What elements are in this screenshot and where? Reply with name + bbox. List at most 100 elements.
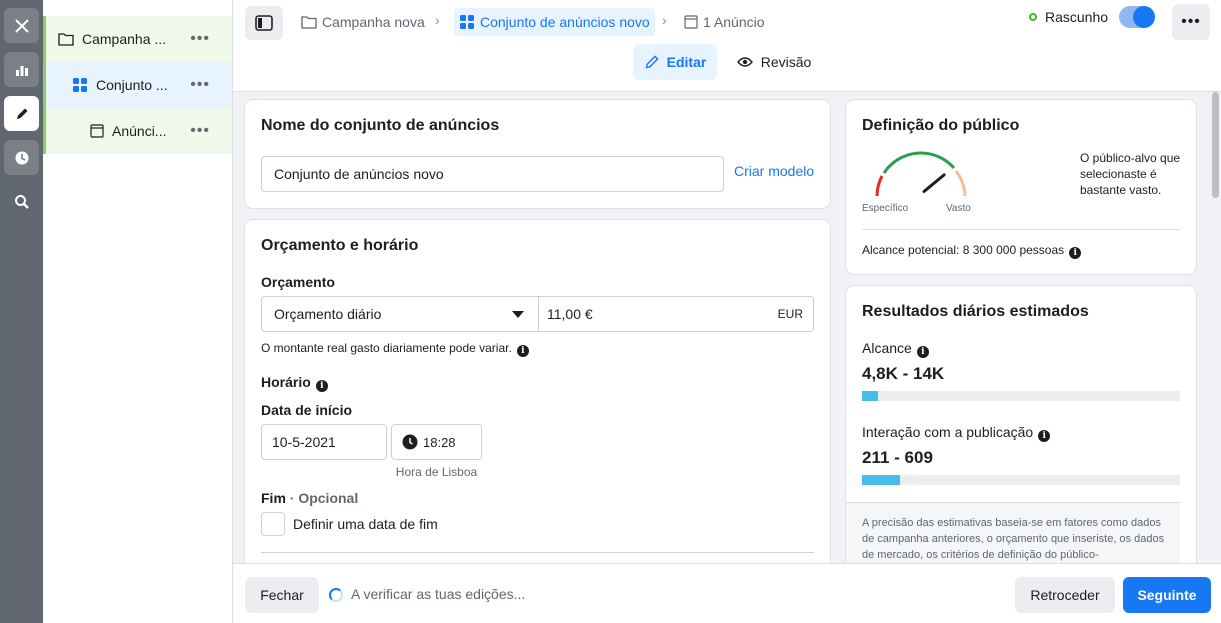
back-button[interactable]: Retroceder: [1015, 577, 1115, 613]
divider: [261, 552, 814, 553]
more-icon[interactable]: •••: [190, 30, 210, 48]
toggle-panel-button[interactable]: [245, 6, 283, 40]
budget-schedule-card: Orçamento e horário Orçamento Orçamento …: [245, 220, 830, 580]
header: Campanha nova › Conjunto de anúncios nov…: [233, 0, 1221, 92]
tree-item-campaign[interactable]: Campanha ... •••: [43, 16, 232, 62]
estimated-results-card: Resultados diários estimados Alcance i 4,…: [846, 286, 1196, 576]
budget-amount-value: 11,00 €: [547, 306, 593, 322]
engagement-bar: [862, 475, 1180, 485]
status-label: Rascunho: [1045, 9, 1109, 25]
section-title: Definição do público: [862, 117, 1020, 134]
scrollbar[interactable]: [1209, 92, 1221, 563]
chevron-right-icon: ›: [435, 12, 440, 28]
tab-review[interactable]: Revisão: [727, 44, 821, 80]
breadcrumb-label: Campanha nova: [322, 14, 425, 30]
breadcrumb-adset[interactable]: Conjunto de anúncios novo: [454, 8, 655, 36]
more-options-button[interactable]: •••: [1172, 4, 1210, 40]
status-toggle[interactable]: [1119, 6, 1155, 28]
info-icon[interactable]: i: [1038, 430, 1051, 442]
sidebar-toggle-icon: [255, 15, 273, 31]
end-label: Fim · Opcional: [261, 490, 359, 506]
info-icon[interactable]: i: [516, 345, 529, 357]
tree-item-ad[interactable]: Anúnci... •••: [43, 108, 232, 154]
chart-icon[interactable]: [4, 52, 39, 87]
info-icon[interactable]: i: [1069, 247, 1082, 259]
audience-definition-card: Definição do público Específico Vasto O …: [846, 100, 1196, 274]
tree-item-label: Campanha ...: [82, 31, 167, 47]
tree-item-adset[interactable]: Conjunto ... •••: [43, 62, 232, 108]
checking-status: A verificar as tuas edições...: [351, 586, 526, 602]
budget-type-value: Orçamento diário: [274, 306, 382, 322]
tree-item-label: Conjunto ...: [96, 77, 168, 93]
audience-gauge: [875, 151, 967, 197]
eye-icon: [736, 56, 753, 68]
close-button[interactable]: Fechar: [245, 577, 319, 613]
divider: [862, 229, 1180, 230]
clock-icon[interactable]: [4, 140, 39, 175]
tree-item-label: Anúnci...: [112, 123, 167, 139]
breadcrumb-label: Conjunto de anúncios novo: [480, 14, 650, 30]
section-title: Resultados diários estimados: [862, 303, 1089, 320]
section-title: Nome do conjunto de anúncios: [261, 117, 500, 134]
engagement-bar-fill: [862, 475, 901, 485]
budget-label: Orçamento: [261, 274, 335, 290]
potential-reach: Alcance potencial: 8 300 000 pessoas i: [862, 243, 1082, 259]
budget-note: O montante real gasto diariamente pode v…: [261, 341, 529, 357]
reach-bar: [862, 391, 1180, 401]
close-icon[interactable]: [4, 8, 39, 43]
start-time-input[interactable]: 18:28: [391, 424, 482, 460]
loading-spinner-icon: [329, 588, 343, 602]
edit-pencil-icon[interactable]: [4, 96, 39, 131]
schedule-label: Horário i: [261, 374, 328, 392]
grid-icon: [72, 77, 88, 93]
status-dot-icon: [1029, 13, 1037, 21]
structure-tree: Campanha ... ••• Conjunto ... ••• Anúnci…: [43, 0, 233, 623]
audience-description: O público-alvo que selecionaste é bastan…: [1080, 151, 1181, 197]
start-date-input[interactable]: 10-5-2021: [261, 424, 387, 460]
info-icon[interactable]: i: [916, 346, 929, 358]
more-icon[interactable]: •••: [190, 122, 210, 140]
start-date-label: Data de início: [261, 402, 353, 418]
engagement-value: 211 - 609: [862, 448, 933, 467]
info-icon[interactable]: i: [315, 380, 328, 392]
pencil-icon: [644, 54, 660, 70]
breadcrumb-label: 1 Anúncio: [703, 14, 765, 30]
scrollbar-thumb[interactable]: [1212, 92, 1219, 198]
reach-value: 4,8K - 14K: [862, 364, 945, 383]
start-time-value: 18:28: [423, 434, 456, 450]
gauge-right-label: Vasto: [946, 203, 971, 214]
reach-bar-fill: [862, 391, 878, 401]
create-template-link[interactable]: Criar modelo: [734, 163, 814, 179]
currency-label: EUR: [777, 307, 803, 321]
folder-icon: [301, 15, 317, 29]
adset-name-card: Nome do conjunto de anúncios Conjunto de…: [245, 100, 830, 208]
search-magnifier-icon[interactable]: [4, 184, 39, 219]
end-date-checkbox-label: Definir uma data de fim: [293, 516, 438, 532]
budget-amount-input[interactable]: 11,00 € EUR: [538, 296, 814, 332]
tab-edit[interactable]: Editar: [633, 44, 717, 80]
tab-label: Editar: [666, 54, 707, 70]
grid-icon: [459, 14, 475, 30]
timezone-label: Hora de Lisboa: [395, 465, 478, 479]
ad-icon: [90, 124, 104, 138]
breadcrumb-ad[interactable]: 1 Anúncio: [684, 8, 765, 36]
adset-name-input[interactable]: Conjunto de anúncios novo: [261, 156, 724, 192]
gauge-left-label: Específico: [862, 203, 909, 214]
budget-type-select[interactable]: Orçamento diário: [261, 296, 539, 332]
section-title: Orçamento e horário: [261, 237, 419, 254]
left-rail: [0, 0, 43, 623]
footer: Fechar A verificar as tuas edições... Re…: [233, 563, 1221, 623]
folder-icon: [58, 32, 74, 46]
clock-icon: [402, 434, 418, 450]
disclaimer-text: A precisão das estimativas baseia-se em …: [862, 517, 1165, 561]
more-icon[interactable]: •••: [190, 76, 210, 94]
engagement-label: Interação com a publicação i: [862, 424, 1051, 442]
ad-icon: [684, 15, 698, 29]
caret-down-icon: [512, 311, 524, 319]
tab-label: Revisão: [760, 54, 812, 70]
reach-label: Alcance i: [862, 340, 929, 358]
breadcrumb-campaign[interactable]: Campanha nova: [301, 8, 425, 36]
end-date-checkbox[interactable]: [261, 512, 285, 536]
chevron-right-icon: ›: [662, 12, 667, 28]
next-button[interactable]: Seguinte: [1123, 577, 1211, 613]
